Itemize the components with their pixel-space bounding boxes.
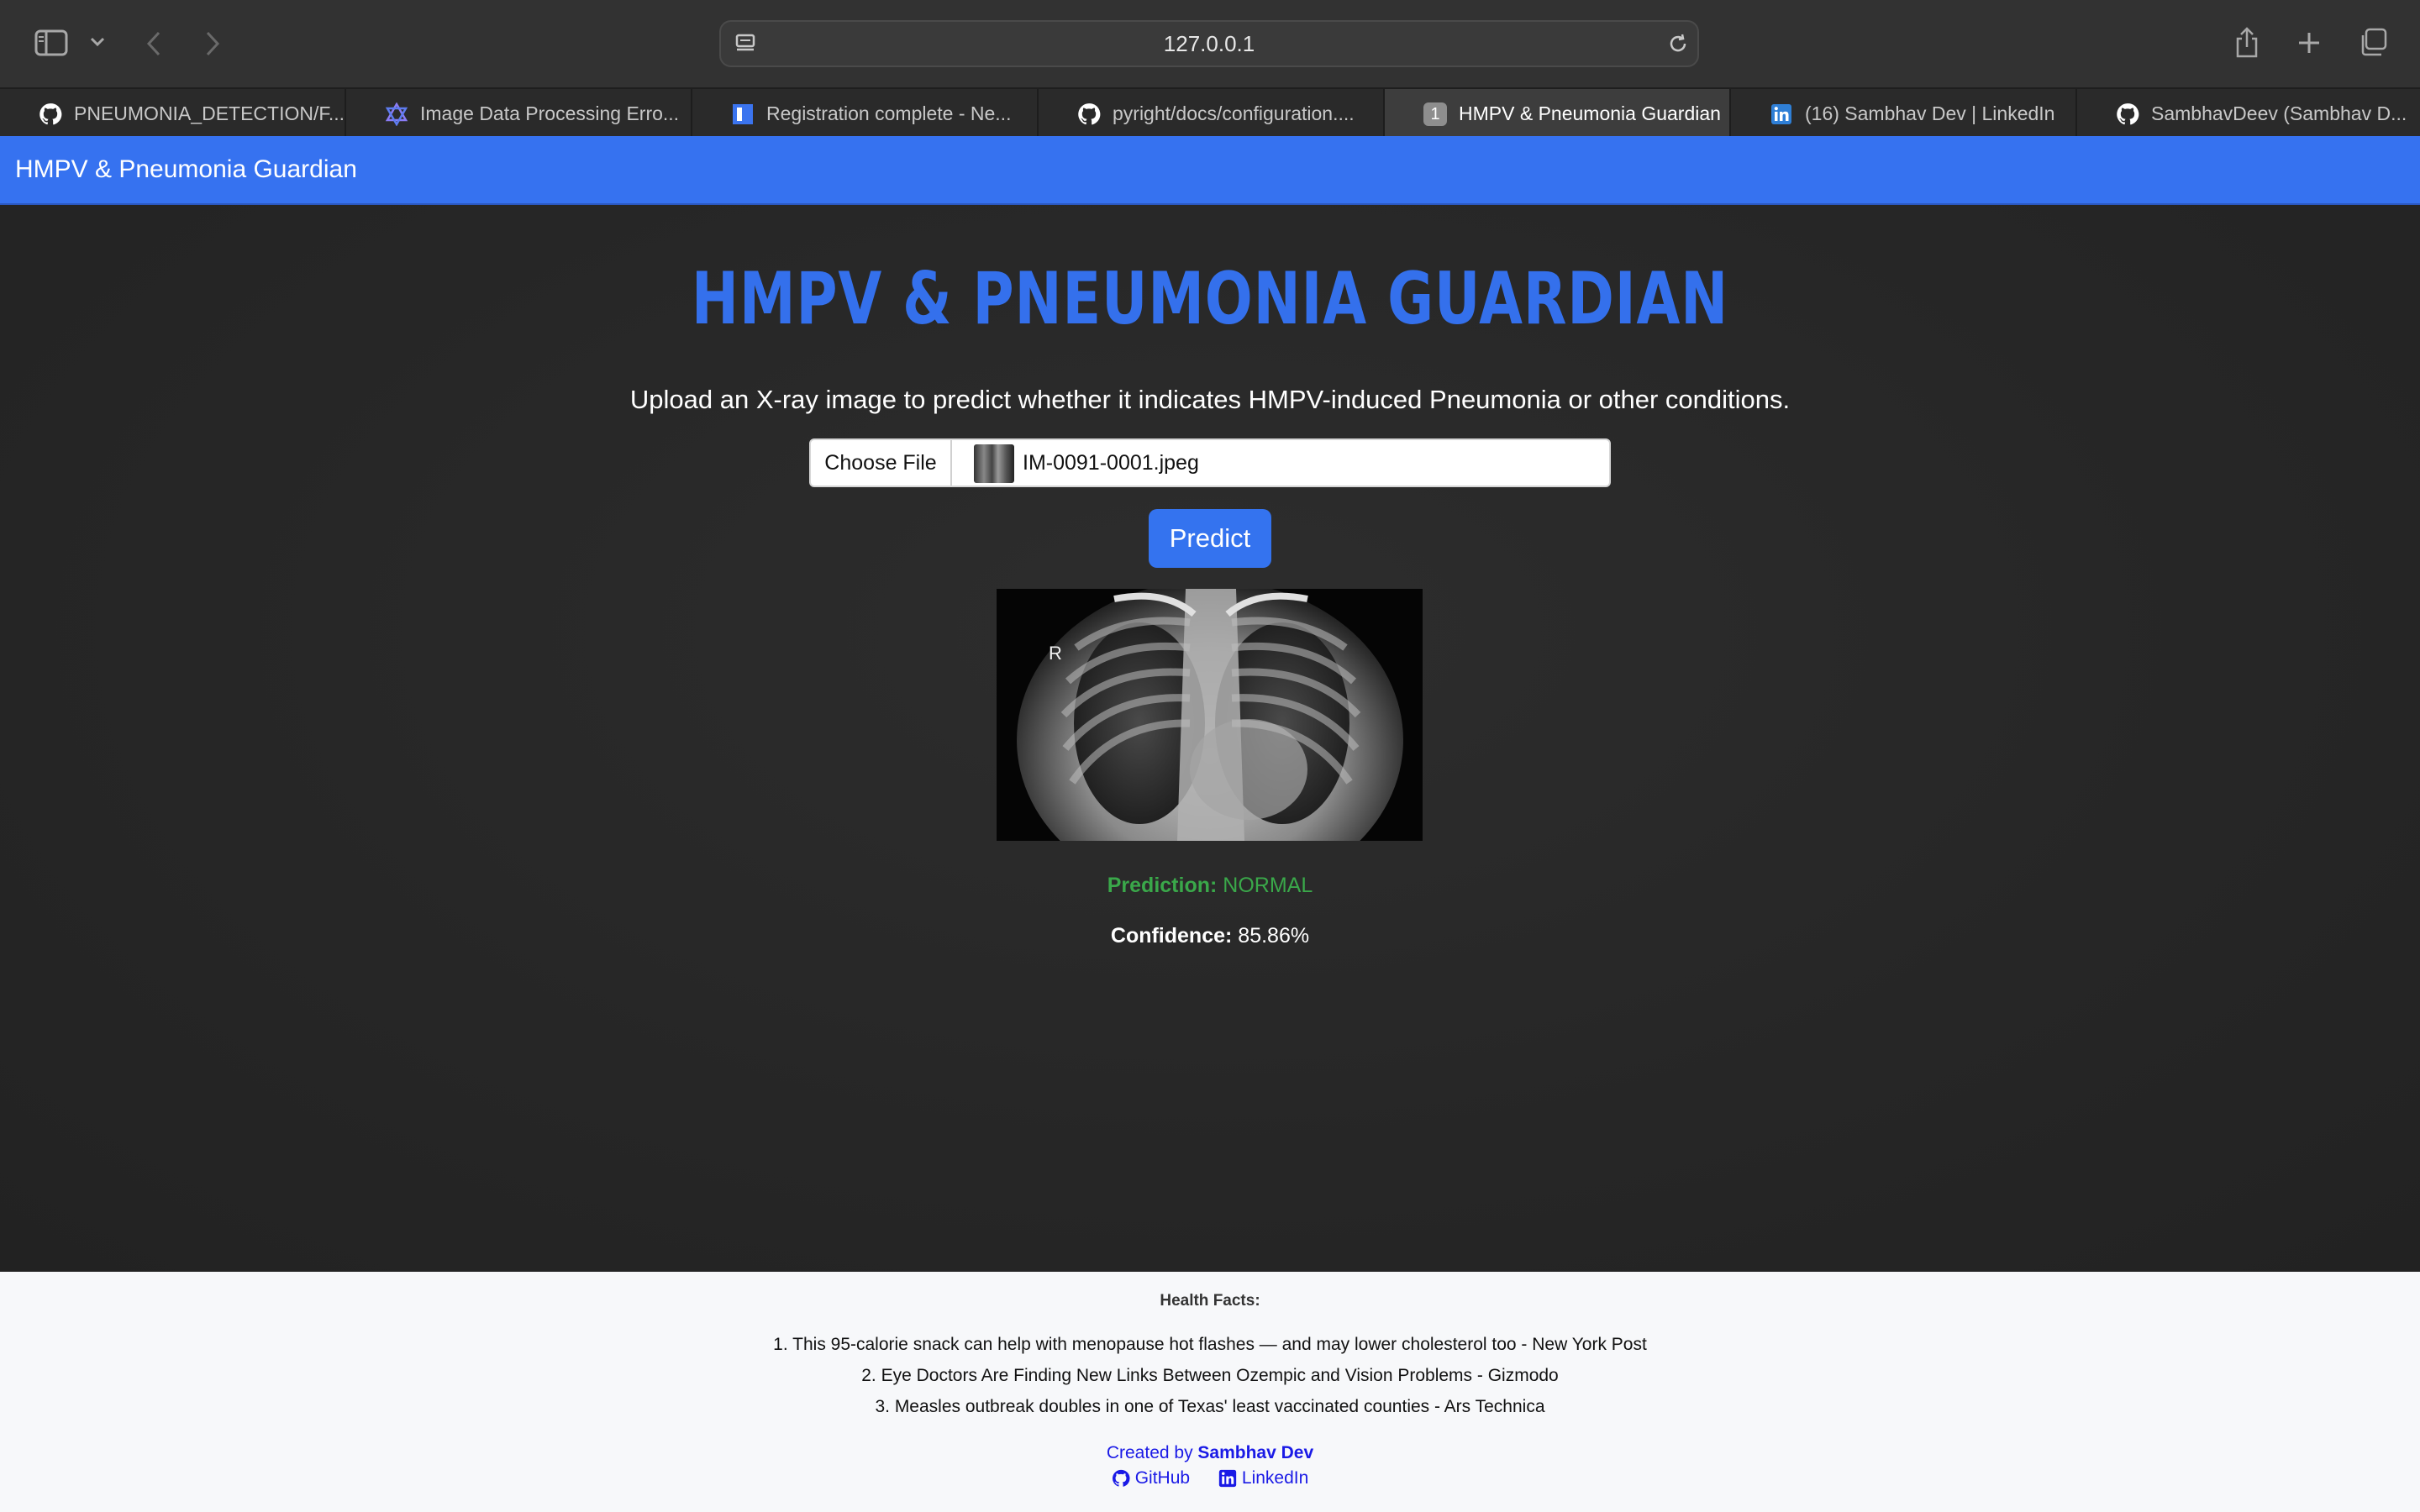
- linkedin-icon: [1218, 1469, 1237, 1488]
- created-by-prefix: Created by: [1106, 1443, 1193, 1462]
- share-icon[interactable]: [2232, 25, 2262, 60]
- tab-overview-icon[interactable]: [2356, 25, 2390, 59]
- github-icon: [2116, 102, 2139, 126]
- confidence-result: Confidence: 85.86%: [0, 924, 2420, 948]
- page-footer: Health Facts: 1. This 95-calorie snack c…: [0, 1272, 2420, 1512]
- reload-icon[interactable]: [1665, 32, 1691, 55]
- main-content: HMPV & PNEUMONIA GUARDIAN Upload an X-ra…: [0, 205, 2420, 1272]
- linkedin-link-label: LinkedIn: [1241, 1468, 1309, 1488]
- tab-linkedin[interactable]: (16) Sambhav Dev | LinkedIn: [1731, 89, 2077, 138]
- github-icon: [39, 102, 62, 126]
- url-text: 127.0.0.1: [1163, 31, 1255, 56]
- linkedin-icon: [1770, 102, 1793, 126]
- forward-icon[interactable]: [200, 27, 225, 60]
- health-facts-title: Health Facts:: [1160, 1292, 1260, 1310]
- selected-file-name: IM-0091-0001.jpeg: [1023, 451, 1199, 475]
- github-icon: [1112, 1469, 1130, 1487]
- health-fact-item: 2. Eye Doctors Are Finding New Links Bet…: [861, 1366, 1559, 1385]
- page-title: HMPV & PNEUMONIA GUARDIAN: [691, 257, 1729, 341]
- page-subtitle: Upload an X-ray image to predict whether…: [629, 385, 1791, 414]
- tab-number-badge: 1: [1423, 102, 1447, 126]
- tab-bar: PNEUMONIA_DETECTION/F... Image Data Proc…: [0, 87, 2420, 138]
- tab-pneumonia-detection[interactable]: PNEUMONIA_DETECTION/F...: [0, 89, 346, 138]
- github-link[interactable]: GitHub: [1112, 1468, 1190, 1488]
- footer-social-links: GitHub LinkedIn: [0, 1468, 2420, 1493]
- prediction-result: Prediction: NORMAL: [0, 874, 2420, 898]
- tab-label: SambhavDeev (Sambhav D...: [2151, 102, 2407, 124]
- tab-label: Registration complete - Ne...: [766, 102, 1012, 124]
- github-link-label: GitHub: [1134, 1468, 1191, 1488]
- navbar-brand[interactable]: HMPV & Pneumonia Guardian: [15, 136, 357, 203]
- confidence-label: Confidence:: [1110, 924, 1233, 948]
- health-fact-item: 1. This 95-calorie snack can help with m…: [773, 1335, 1647, 1354]
- tab-label: HMPV & Pneumonia Guardian: [1459, 102, 1721, 124]
- new-tab-icon[interactable]: [2294, 27, 2324, 59]
- tab-label: Image Data Processing Erro...: [420, 102, 680, 124]
- address-bar[interactable]: 127.0.0.1: [719, 20, 1699, 67]
- app-navbar: HMPV & Pneumonia Guardian: [0, 136, 2420, 205]
- file-thumbnail: [974, 444, 1014, 483]
- prediction-label: Prediction:: [1107, 874, 1218, 897]
- github-icon: [1077, 102, 1101, 126]
- predict-button[interactable]: Predict: [1149, 509, 1271, 568]
- sidebar-toggle-icon[interactable]: [32, 27, 71, 59]
- linkedin-link[interactable]: LinkedIn: [1218, 1468, 1308, 1488]
- created-by: Created by Sambhav Dev: [0, 1443, 2420, 1463]
- tab-registration-complete[interactable]: Registration complete - Ne...: [692, 89, 1039, 138]
- tab-label: PNEUMONIA_DETECTION/F...: [74, 102, 345, 124]
- prediction-value: NORMAL: [1223, 874, 1313, 897]
- star-of-david-icon: [385, 102, 408, 126]
- browser-toolbar: 127.0.0.1: [0, 0, 2420, 87]
- health-fact-item: 3. Measles outbreak doubles in one of Te…: [875, 1397, 1545, 1416]
- author-link[interactable]: Sambhav Dev: [1197, 1443, 1313, 1462]
- tab-sambhavdeev-github[interactable]: SambhavDeev (Sambhav D...: [2077, 89, 2420, 138]
- tab-image-data-processing[interactable]: Image Data Processing Erro...: [346, 89, 692, 138]
- notion-icon: [731, 102, 755, 126]
- choose-file-button[interactable]: Choose File: [811, 440, 952, 486]
- xray-preview-image: R: [997, 589, 1423, 841]
- xray-marker-label: R: [1049, 643, 1062, 664]
- tab-label: pyright/docs/configuration....: [1113, 102, 1355, 124]
- back-icon[interactable]: [141, 27, 166, 60]
- file-upload-input[interactable]: Choose File IM-0091-0001.jpeg: [809, 438, 1611, 487]
- tab-label: (16) Sambhav Dev | LinkedIn: [1805, 102, 2055, 124]
- tab-pyright-docs[interactable]: pyright/docs/configuration....: [1039, 89, 1385, 138]
- tab-badge-number: 1: [1423, 102, 1447, 126]
- confidence-value: 85.86%: [1238, 924, 1310, 948]
- tab-hmpv-guardian[interactable]: 1 HMPV & Pneumonia Guardian: [1385, 89, 1731, 138]
- chevron-down-icon[interactable]: [87, 32, 108, 52]
